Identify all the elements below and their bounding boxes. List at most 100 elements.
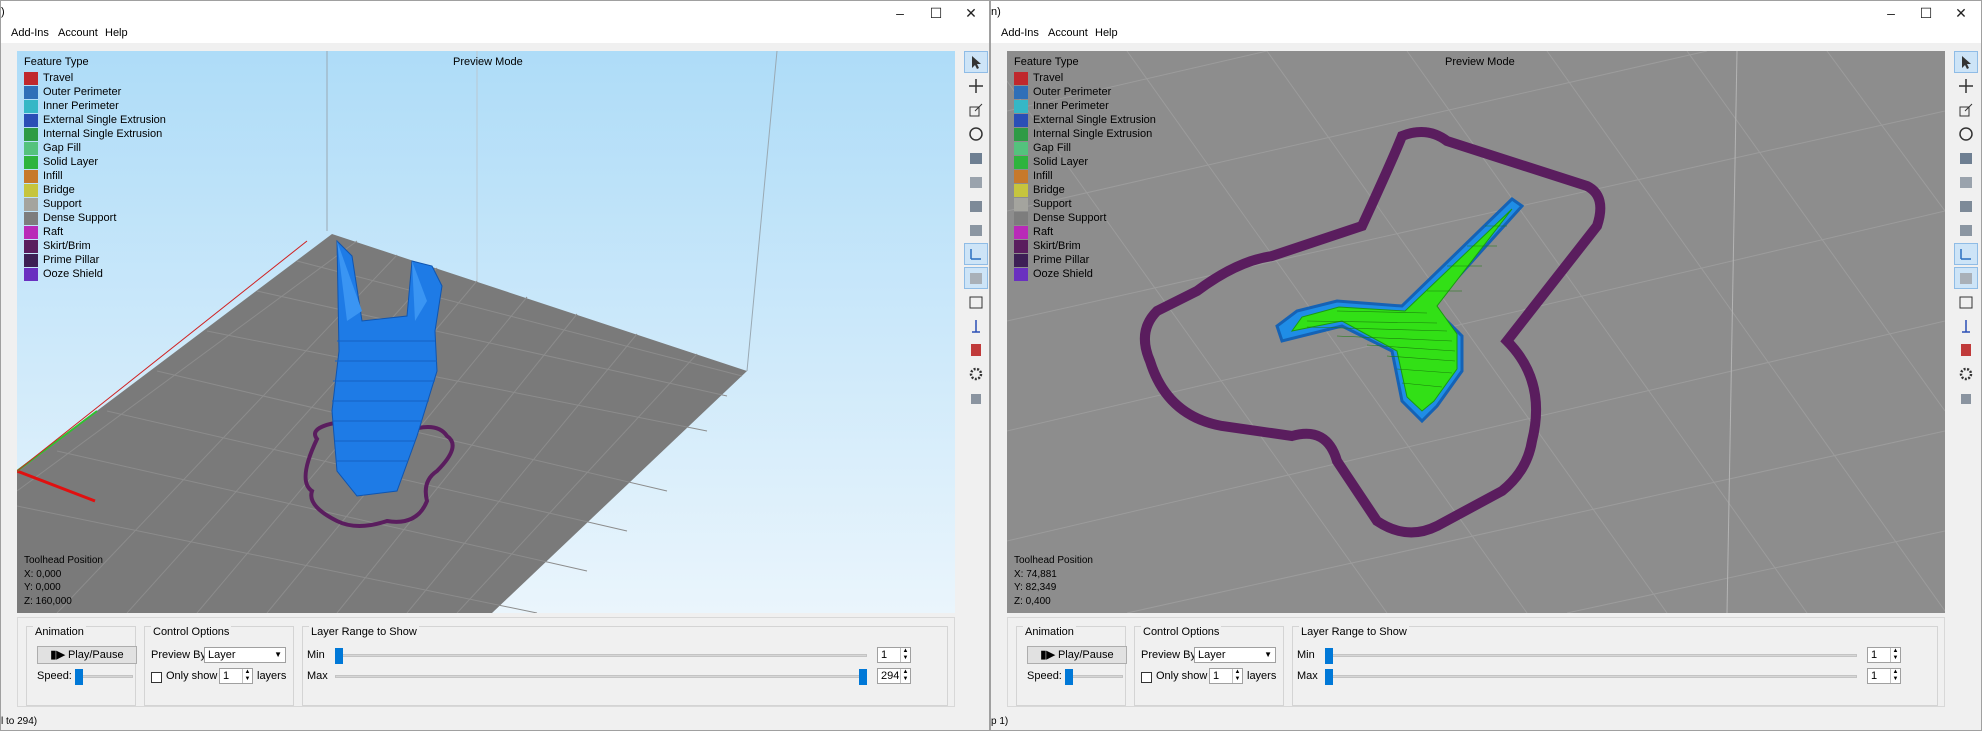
max-layer-input[interactable]: 294 ▲ ▼ <box>877 668 911 684</box>
max-layer-input[interactable]: 1 ▲ ▼ <box>1867 668 1901 684</box>
min-slider-track[interactable] <box>1325 654 1857 657</box>
only-show-checkbox[interactable] <box>1141 672 1152 683</box>
min-layer-input[interactable]: 1 ▲ ▼ <box>877 647 911 663</box>
spin-arrows-icon[interactable]: ▲ ▼ <box>1232 669 1242 683</box>
window-title: n) <box>991 6 1001 18</box>
play-pause-label: Play/Pause <box>67 649 124 661</box>
legend-swatch <box>24 239 38 253</box>
settings-gear-icon[interactable] <box>964 363 988 385</box>
chevron-down-icon: ▼ <box>1264 650 1272 659</box>
legend-label: Gap Fill <box>43 142 81 154</box>
wireframe-view-icon[interactable] <box>1954 291 1978 313</box>
spin-arrows-icon[interactable]: ▲ ▼ <box>900 669 910 683</box>
title-bar: ) – ☐ ✕ <box>1 1 989 25</box>
select-tool-icon[interactable] <box>964 51 988 73</box>
trash-icon[interactable] <box>1954 387 1978 409</box>
only-show-checkbox[interactable] <box>151 672 162 683</box>
preview-by-select[interactable]: Layer ▼ <box>204 647 286 663</box>
trash-icon[interactable] <box>964 387 988 409</box>
menu-help[interactable]: Help <box>1095 27 1118 39</box>
max-slider-track[interactable] <box>335 675 867 678</box>
menu-help[interactable]: Help <box>105 27 128 39</box>
view-top-icon[interactable] <box>1954 195 1978 217</box>
axes-toggle-icon[interactable] <box>964 243 988 265</box>
only-show-layers-input[interactable]: 1 ▲ ▼ <box>219 668 253 684</box>
speed-slider-track[interactable] <box>75 675 133 678</box>
play-pause-icon: ▮▶ <box>1040 649 1055 661</box>
menu-add-ins[interactable]: Add-Ins <box>1001 27 1039 39</box>
toolhead-y: Y: 0,000 <box>24 582 61 593</box>
min-slider-thumb[interactable] <box>335 648 343 664</box>
spin-arrows-icon[interactable]: ▲ ▼ <box>1890 648 1900 662</box>
feature-type-legend: Feature Type Travel Outer Perimeter Inner … <box>24 56 166 281</box>
maximize-icon[interactable]: ☐ <box>1911 3 1941 23</box>
settings-gear-icon[interactable] <box>1954 363 1978 385</box>
max-slider-thumb[interactable] <box>859 669 867 685</box>
close-icon[interactable]: ✕ <box>956 3 986 23</box>
only-show-layers-input[interactable]: 1 ▲ ▼ <box>1209 668 1243 684</box>
scale-tool-icon[interactable] <box>964 99 988 121</box>
spin-arrows-icon[interactable]: ▲ ▼ <box>1890 669 1900 683</box>
control-options-label: Control Options <box>1141 626 1222 638</box>
3d-preview-viewport[interactable]: Feature Type Travel Outer Perimeter Inner … <box>1007 51 1945 613</box>
solid-view-icon[interactable] <box>964 267 988 289</box>
view-front-icon[interactable] <box>1954 171 1978 193</box>
minimize-icon[interactable]: – <box>1876 3 1906 23</box>
max-label: Max <box>1297 670 1318 682</box>
solid-view-icon[interactable] <box>1954 267 1978 289</box>
orientation-icon[interactable] <box>964 315 988 337</box>
max-slider-thumb[interactable] <box>1325 669 1333 685</box>
view-iso-icon[interactable] <box>964 147 988 169</box>
orientation-icon[interactable] <box>1954 315 1978 337</box>
axes-toggle-icon[interactable] <box>1954 243 1978 265</box>
menu-add-ins[interactable]: Add-Ins <box>11 27 49 39</box>
legend-swatch <box>1014 239 1028 253</box>
maximize-icon[interactable]: ☐ <box>921 3 951 23</box>
speed-slider-thumb[interactable] <box>1065 669 1073 685</box>
wireframe-view-icon[interactable] <box>964 291 988 313</box>
minimize-icon[interactable]: – <box>885 3 915 23</box>
rotate-tool-icon[interactable] <box>964 123 988 145</box>
play-pause-label: Play/Pause <box>1057 649 1114 661</box>
menu-account[interactable]: Account <box>58 27 98 39</box>
move-tool-icon[interactable] <box>1954 75 1978 97</box>
legend-items: Travel Outer Perimeter Inner Perimeter Exte… <box>24 71 166 281</box>
min-layer-input[interactable]: 1 ▲ ▼ <box>1867 647 1901 663</box>
max-slider-track[interactable] <box>1325 675 1857 678</box>
move-tool-icon[interactable] <box>964 75 988 97</box>
min-slider-thumb[interactable] <box>1325 648 1333 664</box>
min-slider-track[interactable] <box>335 654 867 657</box>
3d-preview-viewport[interactable]: Feature Type Travel Outer Perimeter Inner … <box>17 51 955 613</box>
legend-swatch <box>24 141 38 155</box>
legend-swatch <box>24 71 38 85</box>
window-title: ) <box>1 6 5 18</box>
legend-item: Infill <box>1014 169 1156 183</box>
legend-swatch <box>1014 211 1028 225</box>
min-value: 1 <box>1871 649 1878 661</box>
section-view-icon[interactable] <box>964 339 988 361</box>
spin-arrows-icon[interactable]: ▲ ▼ <box>900 648 910 662</box>
speed-slider-thumb[interactable] <box>75 669 83 685</box>
preview-by-label: Preview By <box>1141 649 1197 661</box>
preview-by-select[interactable]: Layer ▼ <box>1194 647 1276 663</box>
speed-slider-track[interactable] <box>1065 675 1123 678</box>
max-label: Max <box>307 670 328 682</box>
spin-arrows-icon[interactable]: ▲ ▼ <box>242 669 252 683</box>
select-tool-icon[interactable] <box>1954 51 1978 73</box>
play-pause-button[interactable]: ▮▶ Play/Pause <box>37 646 137 664</box>
view-side-icon[interactable] <box>964 219 988 241</box>
legend-swatch <box>1014 225 1028 239</box>
view-top-icon[interactable] <box>964 195 988 217</box>
legend-label: Dense Support <box>43 212 117 224</box>
play-pause-button[interactable]: ▮▶ Play/Pause <box>1027 646 1127 664</box>
menu-account[interactable]: Account <box>1048 27 1088 39</box>
layers-label: layers <box>257 670 287 682</box>
view-iso-icon[interactable] <box>1954 147 1978 169</box>
rotate-tool-icon[interactable] <box>1954 123 1978 145</box>
view-side-icon[interactable] <box>1954 219 1978 241</box>
section-view-icon[interactable] <box>1954 339 1978 361</box>
close-icon[interactable]: ✕ <box>1946 3 1976 23</box>
scale-tool-icon[interactable] <box>1954 99 1978 121</box>
legend-swatch <box>24 113 38 127</box>
view-front-icon[interactable] <box>964 171 988 193</box>
